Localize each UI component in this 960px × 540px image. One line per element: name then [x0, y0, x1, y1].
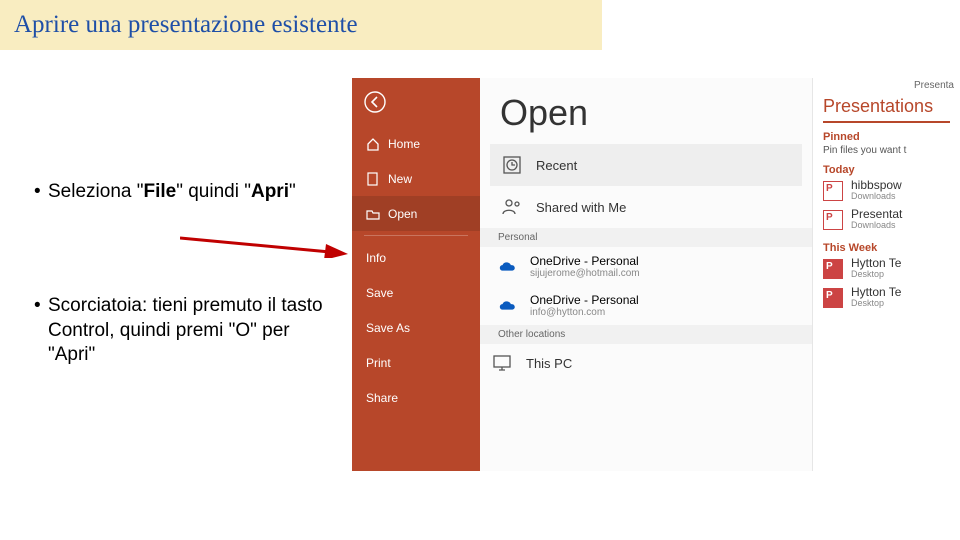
other-locations-label: Other locations [480, 325, 812, 344]
pinned-label: Pinned [823, 131, 950, 143]
pointer-arrow [180, 228, 350, 258]
slide-title: Aprire una presentazione esistente [0, 0, 602, 50]
home-icon [366, 137, 380, 151]
b1-text: Seleziona " [48, 181, 143, 202]
personal-label: Personal [480, 228, 812, 247]
back-button[interactable] [352, 78, 480, 126]
new-icon [366, 172, 380, 186]
back-arrow-icon [364, 91, 386, 113]
recent-icon [500, 153, 524, 177]
ppt-icon [823, 259, 843, 279]
pinned-note: Pin files you want t [823, 145, 950, 156]
nav-open[interactable]: Open [352, 196, 480, 231]
recent-files-panel: Presentations Pinned Pin files you want … [813, 78, 960, 471]
pptx-icon [823, 210, 843, 230]
thisweek-label: This Week [823, 242, 950, 254]
shared-icon [500, 195, 524, 219]
nav-new[interactable]: New [352, 161, 480, 196]
ppt-icon [823, 288, 843, 308]
location-recent[interactable]: Recent [490, 144, 802, 186]
open-heading: Open [480, 78, 812, 144]
nav-info[interactable]: Info [352, 240, 480, 275]
b1-apri: Apri [251, 181, 289, 202]
bullet-1: • Seleziona "File" quindi "Apri" [34, 180, 334, 204]
b1-file: File [143, 181, 176, 202]
nav-saveas[interactable]: Save As [352, 310, 480, 345]
onedrive-icon [498, 259, 520, 275]
app-title-fragment: Presenta [914, 80, 954, 91]
recent-file-2[interactable]: PresentatDownloads [823, 205, 950, 234]
onedrive-1[interactable]: OneDrive - Personal sijujerome@hotmail.c… [480, 247, 812, 286]
pptx-icon [823, 181, 843, 201]
powerpoint-screenshot: Presenta Home New Open Info Save Save As… [352, 78, 960, 471]
recent-file-3[interactable]: Hytton TeDesktop [823, 254, 950, 283]
onedrive-2[interactable]: OneDrive - Personal info@hytton.com [480, 286, 812, 325]
instruction-text: • Seleziona "File" quindi "Apri" • Scorc… [34, 180, 334, 457]
location-thispc[interactable]: This PC [480, 344, 812, 382]
nav-save[interactable]: Save [352, 275, 480, 310]
onedrive-icon [498, 298, 520, 314]
backstage-nav: Home New Open Info Save Save As Print Sh… [352, 78, 480, 471]
bullet-2: • Scorciatoia: tieni premuto il tasto Co… [34, 294, 334, 367]
recent-file-4[interactable]: Hytton TeDesktop [823, 283, 950, 312]
nav-home[interactable]: Home [352, 126, 480, 161]
location-shared[interactable]: Shared with Me [490, 186, 802, 228]
pc-icon [490, 351, 514, 375]
recent-file-1[interactable]: hibbspowDownloads [823, 176, 950, 205]
nav-share[interactable]: Share [352, 380, 480, 415]
nav-print[interactable]: Print [352, 345, 480, 380]
today-label: Today [823, 164, 950, 176]
open-folder-icon [366, 207, 380, 221]
open-locations-panel: Open Recent Shared with Me Personal OneD… [480, 78, 813, 471]
